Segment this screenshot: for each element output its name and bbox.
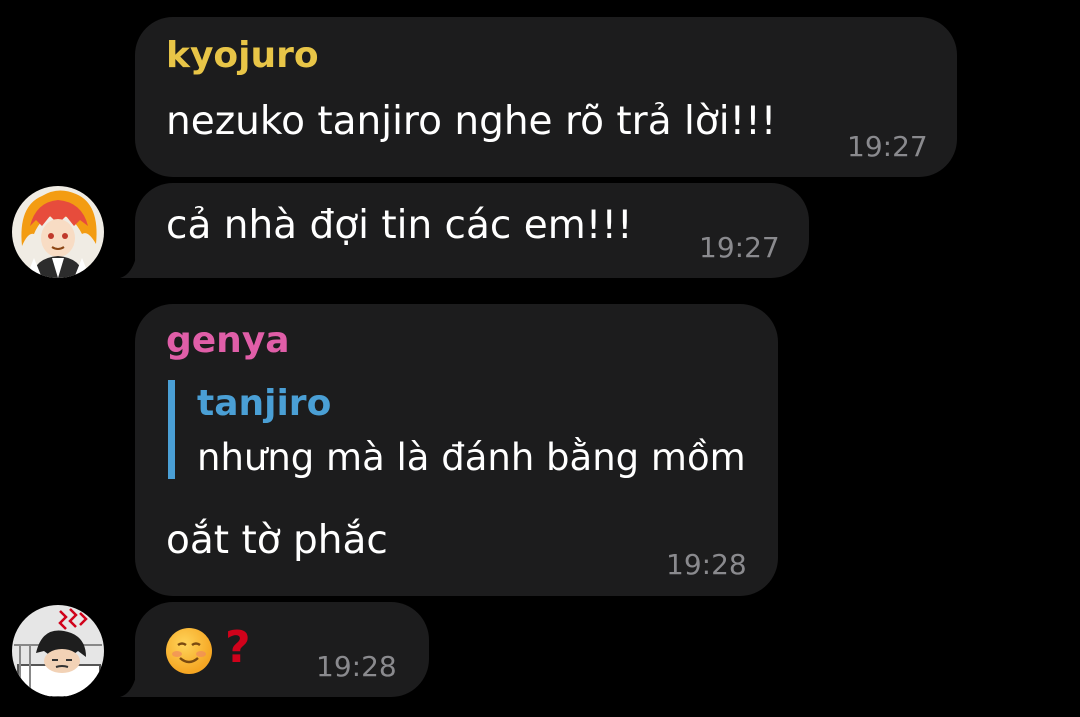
bubble-tail <box>120 248 150 278</box>
message-timestamp: 19:27 <box>699 231 780 264</box>
sender-name[interactable]: genya <box>166 320 290 361</box>
message-bubble-kyojuro-1[interactable]: kyojuro nezuko tanjiro nghe rõ trả lời!!… <box>135 17 957 177</box>
smiling-face-emoji-icon <box>166 628 212 674</box>
question-mark-emoji-icon: ? <box>225 622 251 673</box>
reply-sender-name: tanjiro <box>197 383 332 424</box>
message-timestamp: 19:28 <box>666 548 747 581</box>
message-timestamp: 19:27 <box>847 130 928 163</box>
message-text: oắt tờ phắc <box>166 518 388 563</box>
message-bubble-genya[interactable]: genya tanjiro nhưng mà là đánh bằng mồm … <box>135 304 778 596</box>
bubble-tail <box>120 667 150 697</box>
message-timestamp: 19:28 <box>316 650 397 683</box>
kyojuro-avatar[interactable] <box>12 186 104 278</box>
reply-text: nhưng mà là đánh bằng mồm <box>197 436 746 479</box>
reply-quote[interactable]: tanjiro nhưng mà là đánh bằng mồm <box>168 380 746 479</box>
message-bubble-kyojuro-2[interactable]: cả nhà đợi tin các em!!! 19:27 <box>135 183 809 278</box>
genya-avatar[interactable] <box>12 605 104 697</box>
message-text: cả nhà đợi tin các em!!! <box>166 203 633 248</box>
message-text: nezuko tanjiro nghe rõ trả lời!!! <box>166 99 777 144</box>
message-bubble-genya-emoji[interactable]: ? 19:28 <box>135 602 429 697</box>
sender-name[interactable]: kyojuro <box>166 35 319 76</box>
